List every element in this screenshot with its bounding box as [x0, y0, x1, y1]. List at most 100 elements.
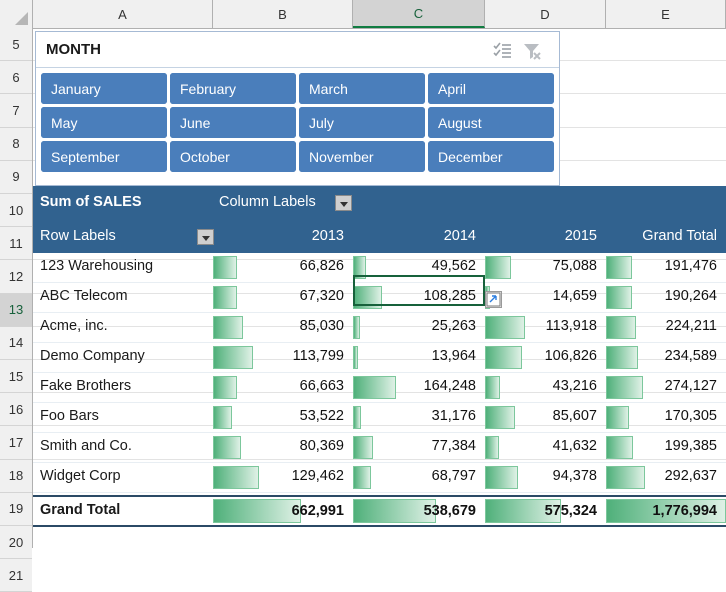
- cell-value: 1,776,994: [652, 503, 717, 519]
- row-header-5[interactable]: 5: [0, 28, 32, 62]
- cell-value: 75,088: [552, 258, 597, 274]
- row-labels-filter-button[interactable]: [197, 229, 214, 245]
- cell-value: 224,211: [665, 318, 717, 334]
- pivot-cell[interactable]: 85,607: [485, 403, 606, 432]
- row-header-9[interactable]: 9: [0, 160, 32, 194]
- pivot-grand-total-row[interactable]: Grand Total 662,991 538,679 575,324 1,776,99…: [33, 495, 726, 527]
- row-header-15[interactable]: 15: [0, 360, 32, 394]
- pivot-header-row-top: Sum of SALES Column Labels: [33, 186, 726, 220]
- pivot-cell[interactable]: 199,385: [606, 433, 726, 462]
- data-bar: [213, 286, 237, 309]
- pivot-cell[interactable]: 234,589: [606, 343, 726, 372]
- pivot-cell[interactable]: 14,659: [485, 283, 606, 312]
- cell-value: 68,797: [431, 468, 476, 484]
- data-bar: [485, 256, 511, 279]
- column-header-a[interactable]: A: [33, 0, 213, 28]
- table-row[interactable]: Demo Company 113,799 13,964 106,826 234,589: [33, 343, 726, 373]
- row-header-19[interactable]: 19: [0, 492, 32, 526]
- row-label: Acme, inc.: [40, 318, 108, 334]
- pivot-cell[interactable]: 85,030: [213, 313, 353, 342]
- pivot-cell[interactable]: 129,462: [213, 463, 353, 492]
- pivot-cell[interactable]: 94,378: [485, 463, 606, 492]
- pivot-cell[interactable]: 1,776,994: [606, 497, 726, 525]
- row-header-14[interactable]: 14: [0, 326, 32, 360]
- cell-value: 53,522: [299, 408, 344, 424]
- data-bar: [485, 376, 500, 399]
- pivot-cell[interactable]: 68,797: [353, 463, 485, 492]
- row-labels-text: Row Labels: [40, 228, 116, 244]
- pivot-cell[interactable]: 292,637: [606, 463, 726, 492]
- data-bar: [213, 256, 237, 279]
- pivot-cell[interactable]: 191,476: [606, 253, 726, 282]
- row-header-21[interactable]: 21: [0, 559, 32, 592]
- row-label: Foo Bars: [40, 408, 99, 424]
- row-header-13[interactable]: 13: [0, 293, 32, 327]
- table-row[interactable]: Fake Brothers 66,663 164,248 43,216 274,127: [33, 373, 726, 403]
- column-header-b[interactable]: B: [213, 0, 353, 28]
- pivot-cell[interactable]: 106,826: [485, 343, 606, 372]
- cell-value: 66,663: [299, 378, 344, 394]
- table-row[interactable]: Widget Corp 129,462 68,797 94,378 292,637: [33, 463, 726, 493]
- table-row[interactable]: Foo Bars 53,522 31,176 85,607 170,305: [33, 403, 726, 433]
- row-header-17[interactable]: 17: [0, 426, 32, 460]
- pivot-cell[interactable]: 274,127: [606, 373, 726, 402]
- cell-value: 66,826: [299, 258, 344, 274]
- pivot-cell[interactable]: 75,088: [485, 253, 606, 282]
- pivot-header-row-fields: Row Labels 2013 2014 2015 Grand Total: [33, 220, 726, 253]
- cell-value: 31,176: [431, 408, 476, 424]
- row-header-10[interactable]: 10: [0, 194, 32, 228]
- pivot-cell[interactable]: 170,305: [606, 403, 726, 432]
- pivot-cell[interactable]: 25,263: [353, 313, 485, 342]
- pivot-cell[interactable]: 41,632: [485, 433, 606, 462]
- table-row[interactable]: Smith and Co. 80,369 77,384 41,632 199,385: [33, 433, 726, 463]
- row-header-18[interactable]: 18: [0, 459, 32, 493]
- row-header-6[interactable]: 6: [0, 61, 32, 95]
- row-header-16[interactable]: 16: [0, 393, 32, 427]
- row-header-20[interactable]: 20: [0, 526, 32, 560]
- pivot-cell[interactable]: 190,264: [606, 283, 726, 312]
- pivot-cell[interactable]: 224,211: [606, 313, 726, 342]
- pivot-cell[interactable]: 575,324: [485, 497, 606, 525]
- data-bar: [213, 499, 301, 523]
- pivot-cell[interactable]: 80,369: [213, 433, 353, 462]
- column-header-d[interactable]: D: [485, 0, 606, 28]
- pivot-cell[interactable]: 66,663: [213, 373, 353, 402]
- pivot-cell[interactable]: 53,522: [213, 403, 353, 432]
- data-bar: [485, 406, 515, 429]
- data-bar: [606, 376, 643, 399]
- pivot-cell[interactable]: 66,826: [213, 253, 353, 282]
- pivot-cell[interactable]: 77,384: [353, 433, 485, 462]
- row-header-12[interactable]: 12: [0, 260, 32, 294]
- column-header-c[interactable]: C: [353, 0, 485, 28]
- quick-analysis-icon[interactable]: [485, 291, 502, 308]
- column-header-e[interactable]: E: [606, 0, 726, 28]
- row-label: Demo Company: [40, 348, 145, 364]
- data-bar: [213, 346, 253, 369]
- pivot-cell[interactable]: 164,248: [353, 373, 485, 402]
- pivot-cell[interactable]: 113,799: [213, 343, 353, 372]
- data-bar: [353, 406, 361, 429]
- data-bar: [213, 436, 241, 459]
- cell-value: 67,320: [299, 288, 344, 304]
- chevron-down-icon: [202, 236, 210, 241]
- pivot-cell[interactable]: 662,991: [213, 497, 353, 525]
- select-all-corner[interactable]: [0, 0, 33, 28]
- cell-value: 538,679: [423, 503, 476, 519]
- cell-value: 43,216: [552, 378, 597, 394]
- row-header-8[interactable]: 8: [0, 127, 32, 161]
- column-labels-filter-button[interactable]: [335, 195, 352, 211]
- data-bar: [485, 346, 522, 369]
- cell-value: 85,030: [299, 318, 344, 334]
- cell-value: 662,991: [291, 503, 344, 519]
- pivot-cell[interactable]: 67,320: [213, 283, 353, 312]
- pivot-cell[interactable]: 31,176: [353, 403, 485, 432]
- active-cell-C13[interactable]: [353, 275, 485, 306]
- row-header-7[interactable]: 7: [0, 94, 32, 128]
- pivot-cell[interactable]: 538,679: [353, 497, 485, 525]
- pivot-cell[interactable]: 113,918: [485, 313, 606, 342]
- cell-value: 199,385: [664, 438, 717, 454]
- row-header-11[interactable]: 11: [0, 227, 32, 261]
- pivot-cell[interactable]: 43,216: [485, 373, 606, 402]
- table-row[interactable]: Acme, inc. 85,030 25,263 113,918 224,211: [33, 313, 726, 343]
- pivot-cell[interactable]: 13,964: [353, 343, 485, 372]
